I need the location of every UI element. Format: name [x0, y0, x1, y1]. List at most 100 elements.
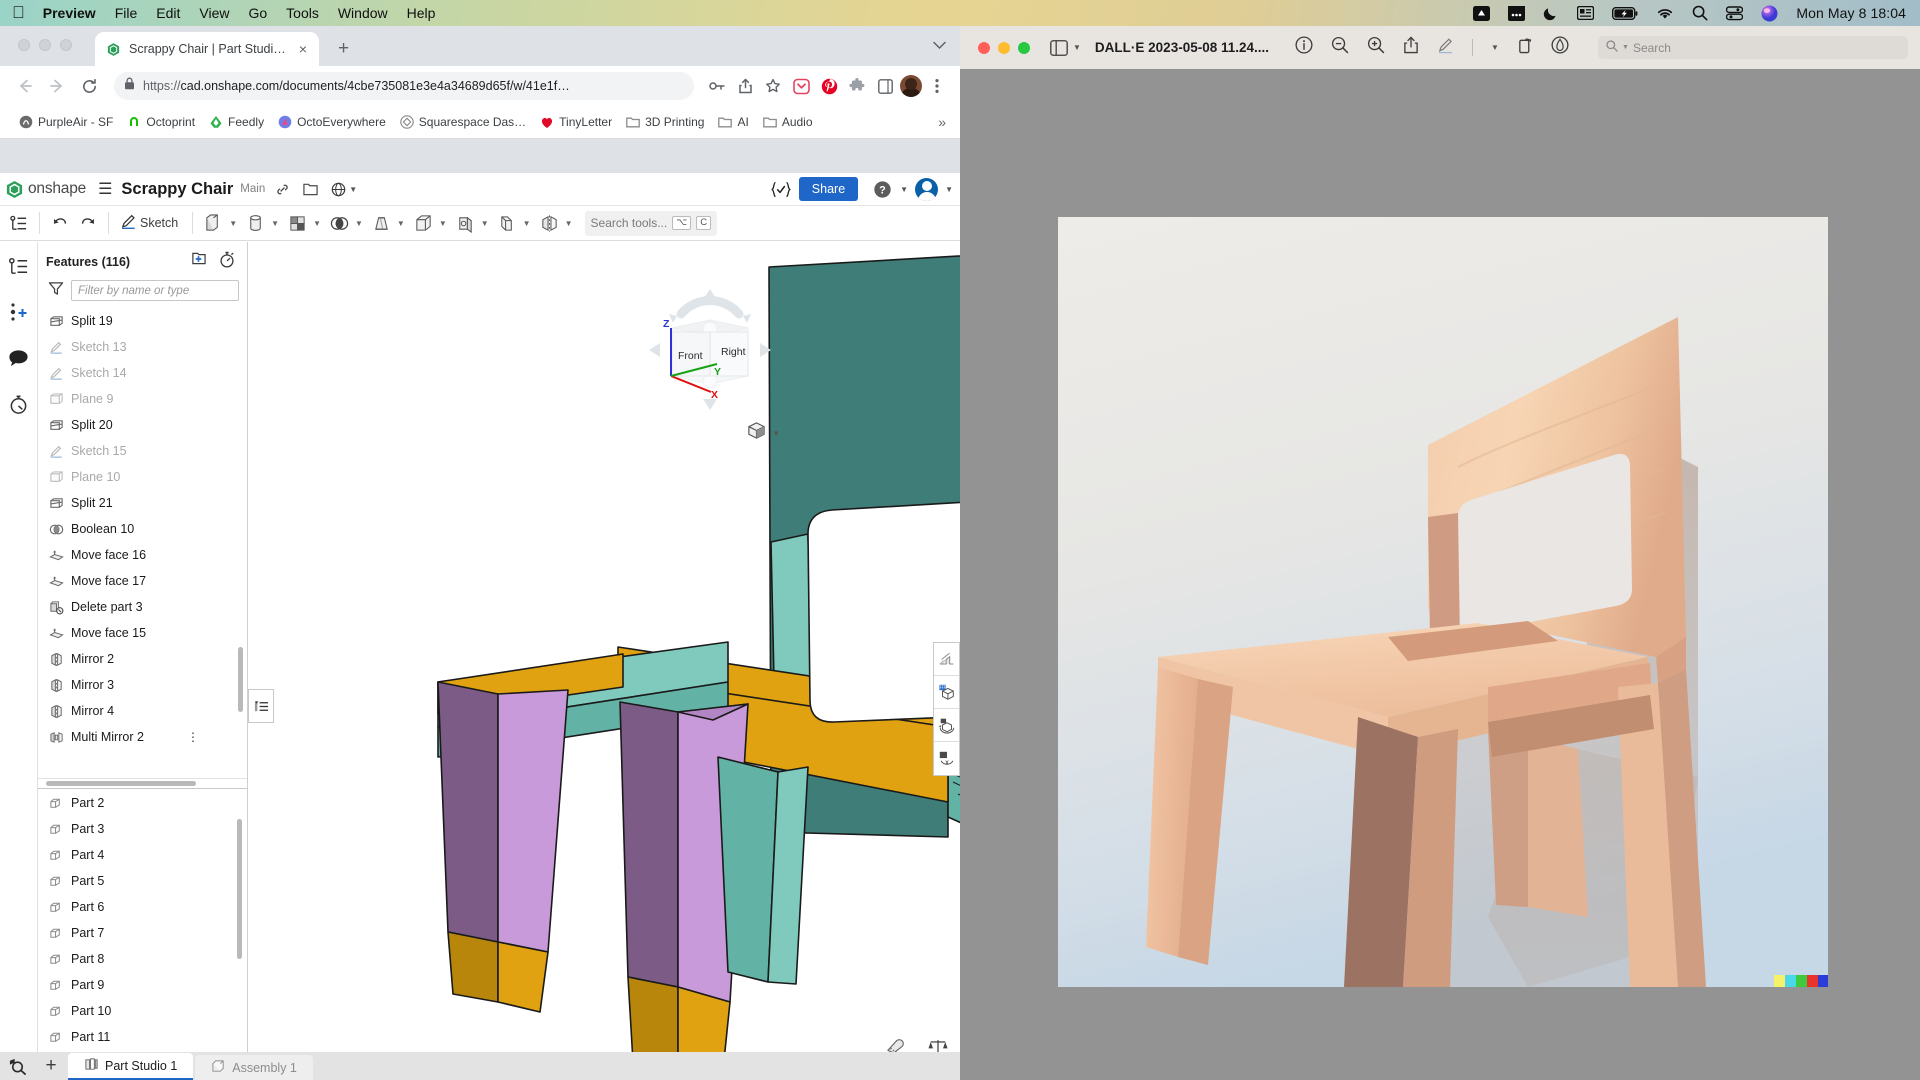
feature-item[interactable]: Plane 9	[42, 386, 247, 412]
braces-check-icon[interactable]	[770, 178, 792, 200]
pinterest-icon[interactable]	[816, 73, 842, 99]
section-view-icon[interactable]	[934, 643, 959, 676]
siri-icon[interactable]	[1761, 5, 1778, 22]
tab-assembly-1[interactable]: Assembly 1	[195, 1055, 313, 1080]
add-instance-icon[interactable]	[7, 300, 31, 324]
extrude-tool[interactable]: ▼	[199, 210, 241, 237]
menu-item-edit[interactable]: Edit	[156, 5, 180, 21]
markup-icon[interactable]	[1437, 36, 1454, 59]
chevron-down-icon[interactable]: ▼	[1073, 43, 1081, 52]
chevron-down-icon[interactable]: ▼	[945, 185, 953, 194]
features-horizontal-scrollbar[interactable]	[38, 778, 247, 788]
tab-close-icon[interactable]: ×	[295, 41, 311, 57]
stack-icon[interactable]	[1508, 5, 1526, 21]
chrome-traffic-lights[interactable]	[18, 39, 72, 51]
bookmark-folder-3d-printing[interactable]: 3D Printing	[619, 112, 711, 132]
menu-item-tools[interactable]: Tools	[286, 5, 319, 21]
chevron-down-icon[interactable]: ▼	[355, 219, 363, 228]
help-icon[interactable]: ?	[871, 178, 893, 200]
view-cube[interactable]: Front Right Z Y X	[649, 289, 771, 410]
preview-close-button[interactable]	[978, 41, 990, 54]
dropbox-icon[interactable]	[1473, 5, 1491, 22]
tab-part-studio-1[interactable]: Part Studio 1	[68, 1053, 194, 1080]
part-item[interactable]: Part 2	[42, 790, 247, 816]
sidepanel-icon[interactable]	[872, 73, 898, 99]
feature-item[interactable]: Move face 15	[42, 620, 247, 646]
feature-item[interactable]: Split 19	[42, 308, 247, 334]
display-grid-icon[interactable]	[934, 676, 959, 709]
chevron-down-icon[interactable]: ▼	[229, 219, 237, 228]
chevron-down-icon[interactable]: ▼	[1622, 44, 1629, 51]
fillet-tool[interactable]: ▼	[283, 210, 325, 237]
rotate-icon[interactable]	[1517, 36, 1533, 59]
chrome-maximize-button[interactable]	[60, 39, 72, 51]
feature-item[interactable]: Sketch 14	[42, 360, 247, 386]
feature-item[interactable]: Delete part 3	[42, 594, 247, 620]
part-item[interactable]: Part 6	[42, 894, 247, 920]
sweep-icon[interactable]	[451, 210, 480, 237]
zoom-out-icon[interactable]	[1331, 36, 1349, 59]
sweep-tool[interactable]: ▼	[451, 210, 493, 237]
menu-item-preview[interactable]: Preview	[43, 5, 96, 21]
chevron-down-icon[interactable]: ▼	[271, 219, 279, 228]
new-tab-button[interactable]: +	[338, 39, 349, 58]
link-icon[interactable]	[271, 178, 293, 200]
chevron-down-icon[interactable]: ▼	[481, 219, 489, 228]
feature-item[interactable]: Move face 17	[42, 568, 247, 594]
pocket-icon[interactable]	[788, 73, 814, 99]
feature-item[interactable]: Mirror 2	[42, 646, 247, 672]
mirror-tool[interactable]: ▼	[535, 210, 577, 237]
shell-tool[interactable]: ▼	[409, 210, 451, 237]
back-button[interactable]	[10, 71, 40, 101]
chevron-down-icon[interactable]: ▼	[349, 185, 357, 194]
apple-menu-icon[interactable]: 	[12, 4, 25, 21]
mirror-icon[interactable]	[535, 210, 564, 237]
search-tools-box[interactable]: Search tools... ⌥ C	[584, 210, 718, 236]
chrome-close-button[interactable]	[18, 39, 30, 51]
forward-button[interactable]	[42, 71, 72, 101]
document-title[interactable]: Scrappy Chair	[121, 180, 233, 199]
info-icon[interactable]	[1295, 36, 1313, 59]
bookmark-octoeverywhere[interactable]: OctoEverywhere	[271, 112, 393, 132]
preview-maximize-button[interactable]	[1018, 41, 1030, 54]
fillet-icon[interactable]	[283, 210, 312, 237]
account-avatar[interactable]	[915, 177, 939, 201]
new-folder-icon[interactable]	[190, 251, 207, 273]
feature-item[interactable]: Sketch 13	[42, 334, 247, 360]
chevron-down-icon[interactable]	[933, 38, 946, 53]
part-item[interactable]: Part 9	[42, 972, 247, 998]
search-icon[interactable]	[1692, 5, 1708, 21]
extensions-icon[interactable]	[844, 73, 870, 99]
hamburger-menu-icon[interactable]: ☰	[98, 179, 112, 199]
parts-scrollbar[interactable]	[237, 819, 242, 959]
history-icon[interactable]	[7, 392, 31, 416]
loft-icon[interactable]	[493, 210, 522, 237]
panel-collapse-toggle[interactable]	[248, 689, 274, 723]
bookmark-purpleair[interactable]: PurpleAir - SF	[12, 112, 120, 132]
key-icon[interactable]	[704, 73, 730, 99]
feature-item[interactable]: Plane 10	[42, 464, 247, 490]
features-filter-input[interactable]: Filter by name or type	[71, 280, 239, 301]
bookmark-star-icon[interactable]	[760, 73, 786, 99]
share-icon[interactable]	[732, 73, 758, 99]
bookmark-folder-ai[interactable]: AI	[711, 112, 755, 132]
control-center-icon[interactable]	[1726, 5, 1744, 21]
tab-search-icon[interactable]	[0, 1052, 34, 1080]
part-item[interactable]: Part 7	[42, 920, 247, 946]
document-branch[interactable]: Main	[240, 183, 265, 195]
wifi-icon[interactable]	[1656, 7, 1674, 20]
feature-item[interactable]: Mirror 4	[42, 698, 247, 724]
bookmark-tinyletter[interactable]: TinyLetter	[533, 112, 619, 132]
zoom-in-icon[interactable]	[1367, 36, 1385, 59]
rotate-grid-icon[interactable]	[934, 709, 959, 742]
feature-item[interactable]: Sketch 15	[42, 438, 247, 464]
reload-button[interactable]	[74, 71, 104, 101]
comment-icon[interactable]	[7, 346, 31, 370]
part-item[interactable]: Part 11	[42, 1024, 247, 1050]
features-scrollbar[interactable]	[238, 647, 243, 712]
chevron-down-icon[interactable]: ▼	[772, 429, 780, 438]
chevron-down-icon[interactable]: ▼	[397, 219, 405, 228]
preview-image[interactable]	[1058, 217, 1828, 987]
3d-viewport[interactable]: Front Right Z Y X ▼ x	[248, 242, 960, 1080]
part-item[interactable]: Part 3	[42, 816, 247, 842]
